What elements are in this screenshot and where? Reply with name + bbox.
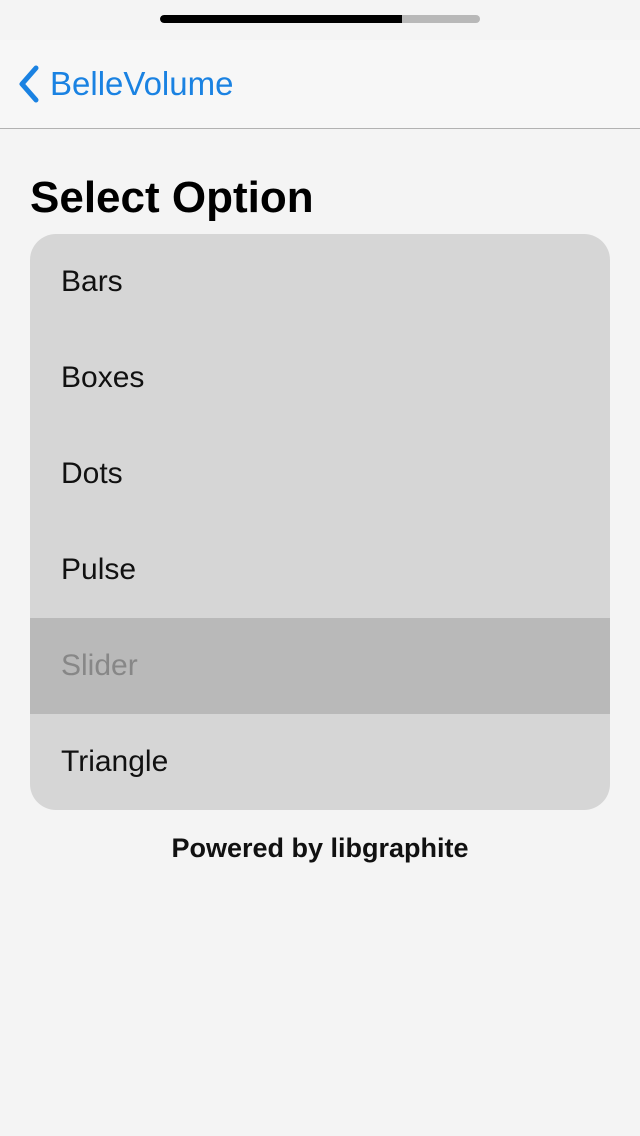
option-bars[interactable]: Bars bbox=[30, 234, 610, 330]
page-title: Select Option bbox=[30, 173, 314, 222]
option-pulse[interactable]: Pulse bbox=[30, 522, 610, 618]
navigation-bar: BelleVolume bbox=[0, 40, 640, 129]
volume-level-fill bbox=[160, 15, 402, 23]
powered-by-footer: Powered by libgraphite bbox=[171, 833, 469, 863]
back-button[interactable]: BelleVolume bbox=[16, 62, 233, 106]
chevron-left-icon bbox=[19, 65, 39, 103]
option-triangle[interactable]: Triangle bbox=[30, 714, 610, 810]
option-slider: Slider bbox=[30, 618, 610, 714]
option-boxes[interactable]: Boxes bbox=[30, 330, 610, 426]
options-list: Bars Boxes Dots Pulse Slider Triangle bbox=[30, 234, 610, 810]
back-button-label: BelleVolume bbox=[50, 65, 234, 102]
volume-level-indicator bbox=[160, 15, 480, 23]
option-dots[interactable]: Dots bbox=[30, 426, 610, 522]
